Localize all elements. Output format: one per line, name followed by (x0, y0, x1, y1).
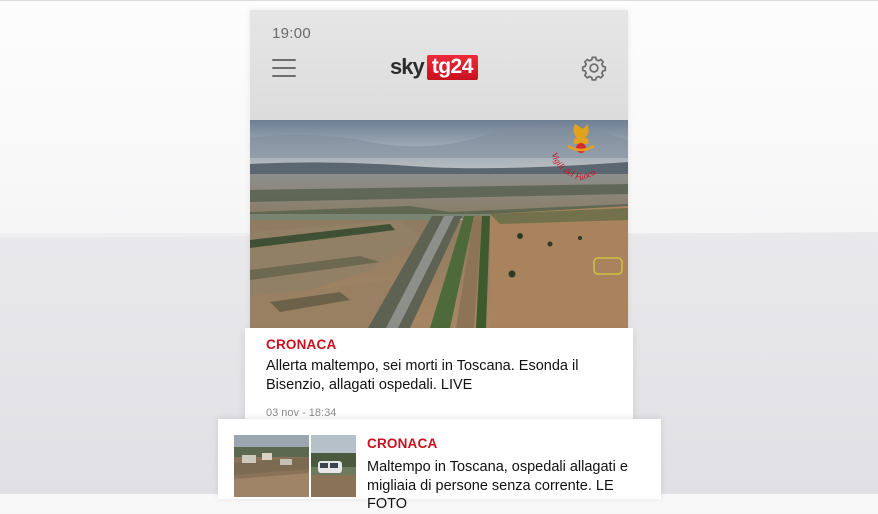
article-card-1[interactable]: CRONACA Allerta maltempo, sei morti in T… (245, 328, 633, 420)
flood-thumbnail-image (234, 435, 356, 497)
hamburger-menu-icon[interactable] (272, 59, 296, 77)
logo-sky-text: sky (390, 54, 425, 79)
article-category[interactable]: CRONACA (367, 436, 437, 451)
article-thumbnail[interactable] (234, 435, 356, 497)
flood-aerial-image: Vigili del Fuoco (250, 120, 628, 328)
sky-tg24-logo[interactable]: sky tg24 (390, 53, 478, 81)
gear-icon[interactable] (581, 55, 607, 81)
article-card-2[interactable]: CRONACA Maltempo in Toscana, ospedali al… (218, 419, 661, 512)
article-headline[interactable]: Maltempo in Toscana, ospedali allagati e… (367, 458, 657, 514)
article-category[interactable]: CRONACA (266, 337, 336, 352)
hero-image[interactable]: Vigili del Fuoco (250, 120, 628, 328)
logo-tg24-text: tg24 (426, 54, 478, 80)
status-time: 19:00 (272, 25, 312, 42)
article-date: 03 nov - 18:34 (266, 407, 337, 419)
article-headline[interactable]: Allerta maltempo, sei morti in Toscana. … (266, 357, 611, 394)
app-header: 19:00 sky tg24 (250, 10, 628, 120)
